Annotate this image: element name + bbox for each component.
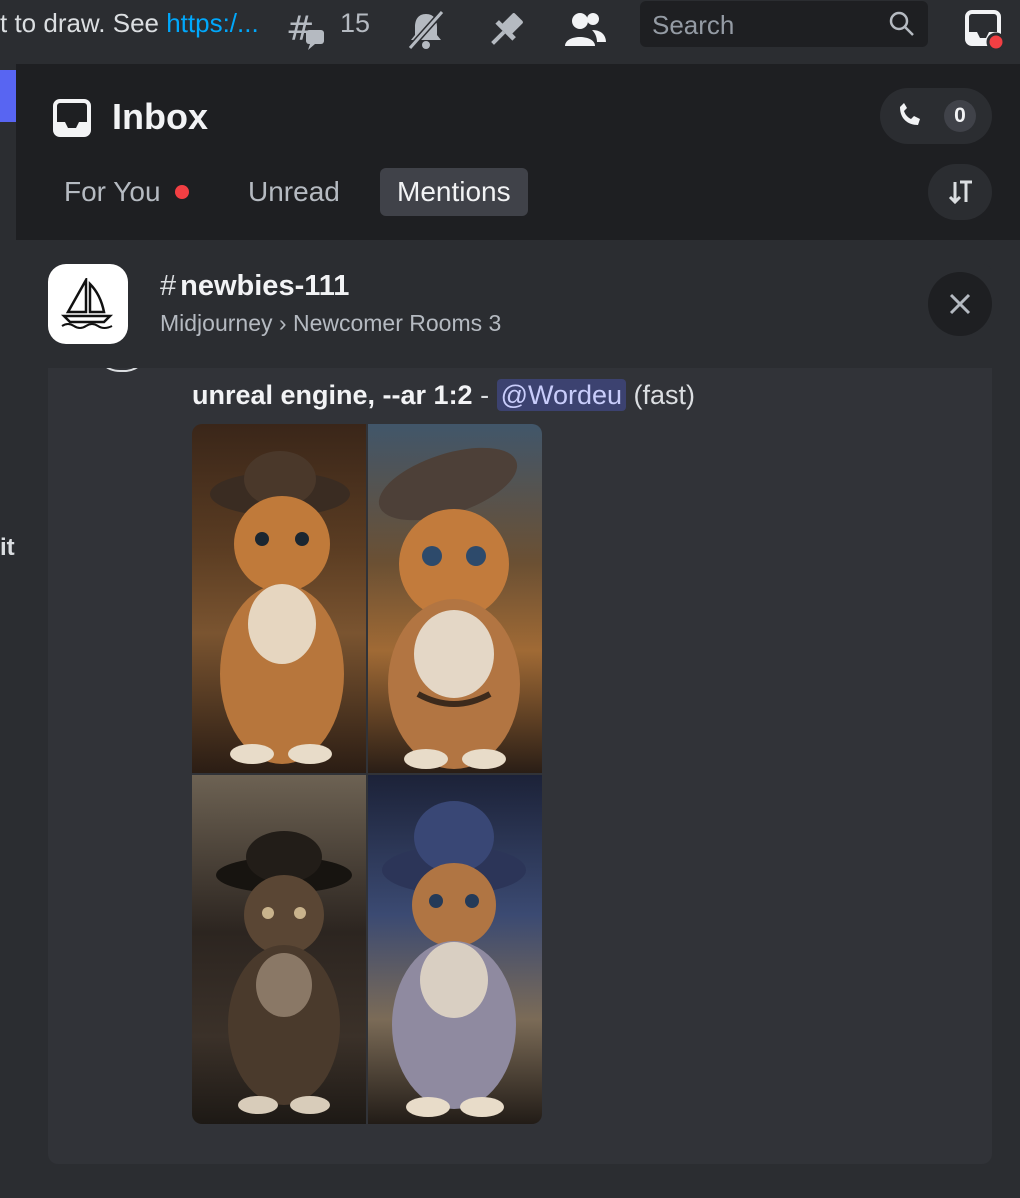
locked-channel-icon: #	[160, 270, 177, 302]
speed-label: (fast)	[626, 380, 696, 410]
topic-text: t to draw. See	[0, 8, 167, 38]
message-content: unreal engine, --ar 1:2 - @Wordeu (fast)	[192, 379, 696, 411]
midjourney-logo[interactable]	[48, 264, 128, 344]
unread-dot	[174, 184, 189, 199]
filter-button[interactable]	[928, 164, 992, 220]
server-name: Midjourney	[160, 310, 273, 336]
image-cell-2	[368, 424, 542, 773]
close-button[interactable]	[928, 272, 992, 336]
channel-path: Midjourney › Newcomer Rooms 3	[160, 310, 501, 337]
threads-icon[interactable]: #	[284, 8, 324, 50]
filter-icon	[948, 180, 972, 205]
tab-label: For You	[64, 176, 161, 207]
topic-link[interactable]: https:/...	[166, 8, 259, 38]
server-sidebar-edge: it	[0, 64, 16, 1198]
image-cell-3	[192, 775, 366, 1124]
active-server-indicator	[0, 70, 16, 122]
thread-count: 15	[340, 8, 371, 38]
tab-unread[interactable]: Unread	[231, 168, 357, 216]
tab-for-you[interactable]: For You	[47, 168, 206, 216]
user-mention[interactable]: @Wordeu	[496, 379, 627, 411]
inbox-icon[interactable]	[964, 8, 1006, 52]
prompt-text: unreal engine, --ar 1:2	[192, 380, 473, 410]
missed-calls-button[interactable]: 0	[880, 88, 992, 144]
sidebar-text-fragment: it	[0, 534, 15, 561]
category-name: Newcomer Rooms 3	[292, 310, 502, 336]
phone-icon	[900, 103, 920, 125]
search-input[interactable]: Search	[640, 1, 928, 47]
pin-icon[interactable]	[484, 8, 524, 48]
inbox-icon	[53, 99, 91, 137]
tab-mentions[interactable]: Mentions	[380, 168, 528, 216]
tab-label: Unread	[248, 176, 340, 207]
mute-bell-icon[interactable]	[404, 8, 445, 50]
image-attachment[interactable]	[192, 424, 542, 1124]
members-icon[interactable]	[562, 8, 606, 48]
channel-header-bar: t to draw. See https:/... # 15 Search	[0, 0, 1020, 64]
channel-name-text: newbies-111	[180, 270, 350, 302]
image-cell-1	[192, 424, 366, 773]
channel-header: # newbies-111 Midjourney › Newcomer Rooms…	[48, 264, 992, 368]
search-icon	[889, 11, 914, 36]
dash: -	[472, 380, 497, 410]
channel-name[interactable]: # newbies-111	[160, 270, 349, 303]
calls-count-badge: 0	[944, 100, 976, 132]
inbox-header: Inbox 0 For You Unread Mentions	[16, 64, 1020, 240]
close-icon	[949, 293, 971, 315]
channel-topic: t to draw. See https:/...	[0, 8, 259, 39]
inbox-panel: Inbox 0 For You Unread Mentions # newbies…	[16, 64, 1020, 1198]
mention-card: # newbies-111 Midjourney › Newcomer Rooms…	[48, 264, 992, 1164]
tab-label: Mentions	[397, 176, 511, 207]
inbox-title: Inbox	[112, 96, 208, 137]
search-placeholder: Search	[652, 10, 735, 40]
image-cell-4	[368, 775, 542, 1124]
path-separator: ›	[278, 310, 287, 336]
